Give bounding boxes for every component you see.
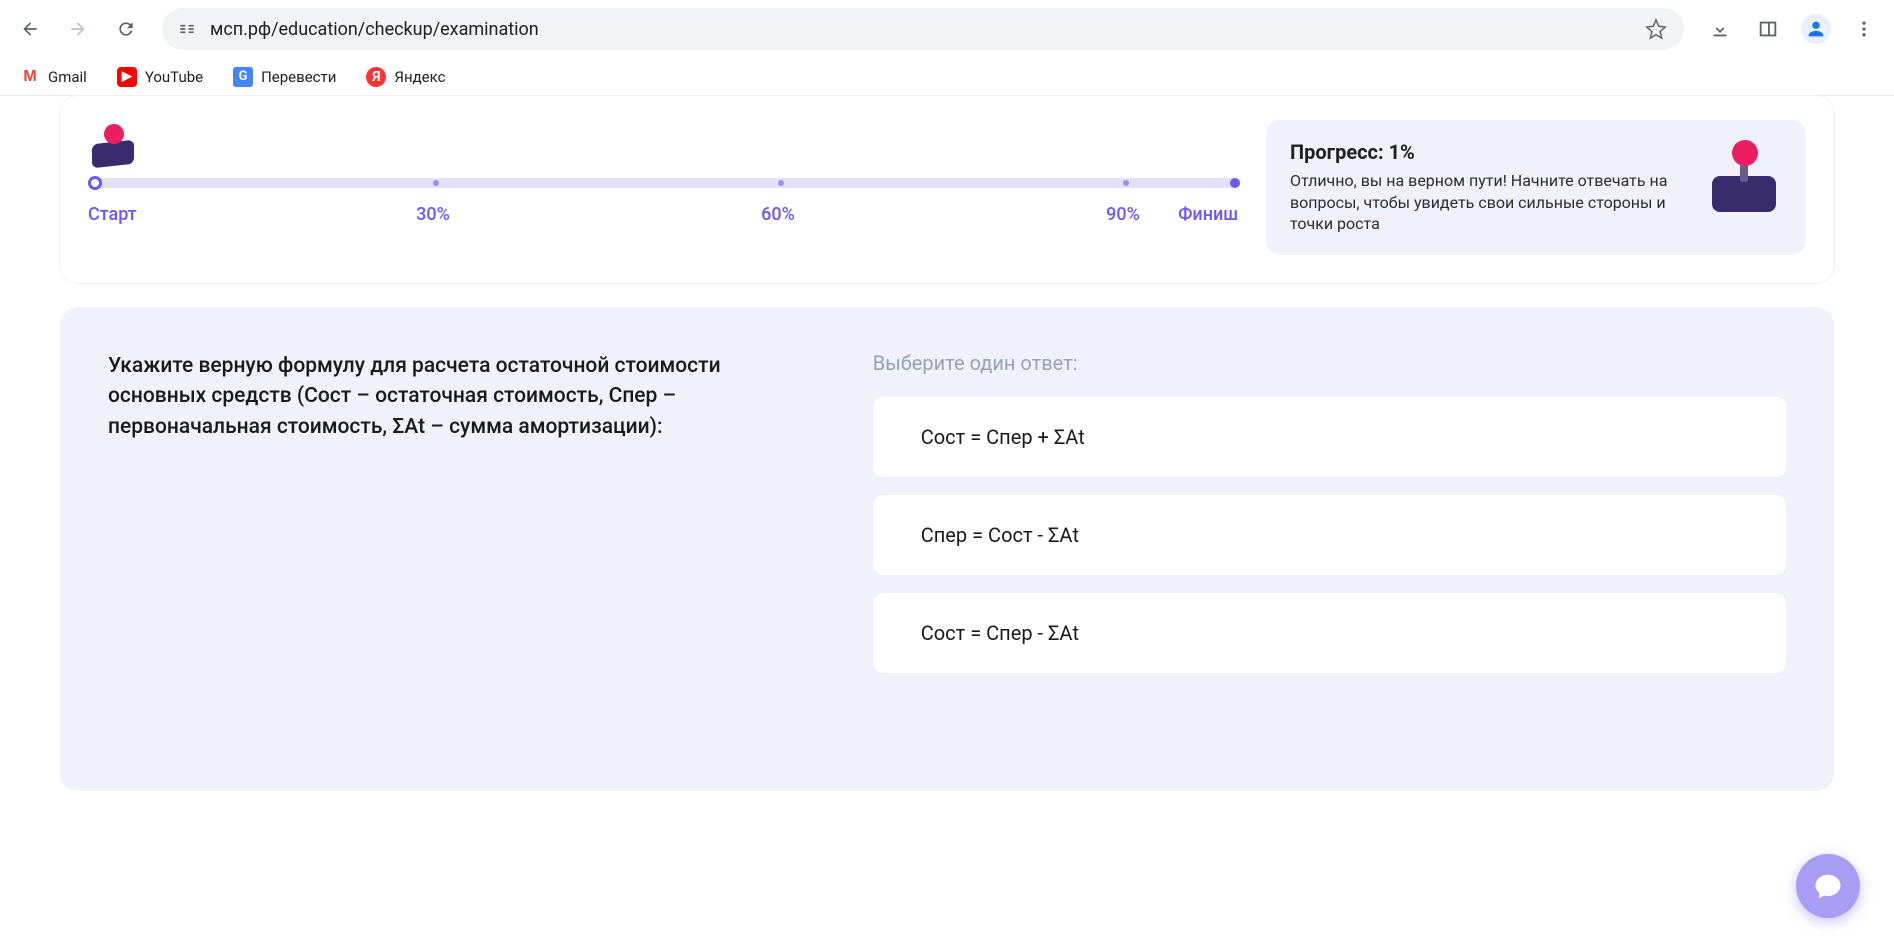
answer-option-3[interactable]: Сост = Спер - ΣАt (873, 593, 1786, 673)
answer-option-1[interactable]: Сост = Спер + ΣАt (873, 397, 1786, 477)
forward-button[interactable] (58, 9, 98, 49)
chat-icon (1813, 871, 1843, 901)
page-content: Старт 30% 60% 90% Финиш Прогресс: 1% Отл… (0, 96, 1894, 851)
bookmark-label: Перевести (261, 68, 336, 86)
progress-description: Отлично, вы на верном пути! Начните отве… (1290, 170, 1684, 235)
joystick-icon (1702, 140, 1782, 220)
bookmark-label: Яндекс (394, 68, 445, 86)
progress-title: Прогресс: 1% (1290, 140, 1684, 164)
track-labels: Старт 30% 60% 90% Финиш (88, 204, 1238, 228)
progress-card: Старт 30% 60% 90% Финиш Прогресс: 1% Отл… (60, 96, 1834, 283)
bookmark-yandex[interactable]: Я Яндекс (360, 63, 451, 91)
answer-instruction: Выберите один ответ: (873, 351, 1786, 375)
profile-avatar[interactable] (1796, 9, 1836, 49)
browser-toolbar: мсп.рф/education/checkup/examination (0, 0, 1894, 58)
track-dot-90 (1123, 180, 1129, 186)
kebab-menu-icon[interactable] (1844, 9, 1884, 49)
track-label-90: 90% (1106, 204, 1140, 225)
side-panel-icon[interactable] (1748, 9, 1788, 49)
translate-icon: G (233, 67, 253, 87)
back-button[interactable] (10, 9, 50, 49)
gmail-icon: M (20, 67, 40, 87)
downloads-icon[interactable] (1700, 9, 1740, 49)
bookmarks-bar: M Gmail ▶ YouTube G Перевести Я Яндекс (0, 58, 1894, 96)
track-end-marker (1230, 178, 1240, 188)
option-label: Сост = Спер + ΣАt (921, 425, 1085, 449)
track-dot-30 (433, 180, 439, 186)
bookmark-star-icon[interactable] (1642, 15, 1670, 43)
progress-info-box: Прогресс: 1% Отлично, вы на верном пути!… (1266, 120, 1806, 255)
answer-option-2[interactable]: Спер = Сост - ΣАt (873, 495, 1786, 575)
option-label: Спер = Сост - ΣАt (921, 523, 1079, 547)
bookmark-youtube[interactable]: ▶ YouTube (111, 63, 209, 91)
youtube-icon: ▶ (117, 67, 137, 87)
track-label-60: 60% (761, 204, 795, 225)
url-text: мсп.рф/education/checkup/examination (210, 19, 1630, 40)
chat-fab-button[interactable] (1796, 854, 1860, 918)
bookmark-gmail[interactable]: M Gmail (14, 63, 93, 91)
site-settings-icon[interactable] (176, 18, 198, 40)
progress-track (88, 178, 1238, 188)
track-label-finish: Финиш (1178, 204, 1238, 225)
address-bar[interactable]: мсп.рф/education/checkup/examination (162, 8, 1684, 50)
track-label-30: 30% (416, 204, 450, 225)
track-start-marker (88, 176, 102, 190)
reload-button[interactable] (106, 9, 146, 49)
question-card: Укажите верную формулу для расчета остат… (60, 307, 1834, 791)
option-label: Сост = Спер - ΣАt (921, 621, 1079, 645)
question-text: Укажите верную формулу для расчета остат… (108, 351, 813, 442)
joystick-icon (86, 120, 138, 172)
bookmark-label: Gmail (48, 68, 87, 86)
track-dot-60 (778, 180, 784, 186)
progress-track-area: Старт 30% 60% 90% Финиш (88, 120, 1238, 255)
bookmark-translate[interactable]: G Перевести (227, 63, 342, 91)
track-label-start: Старт (88, 204, 137, 225)
bookmark-label: YouTube (145, 68, 203, 86)
yandex-icon: Я (366, 67, 386, 87)
